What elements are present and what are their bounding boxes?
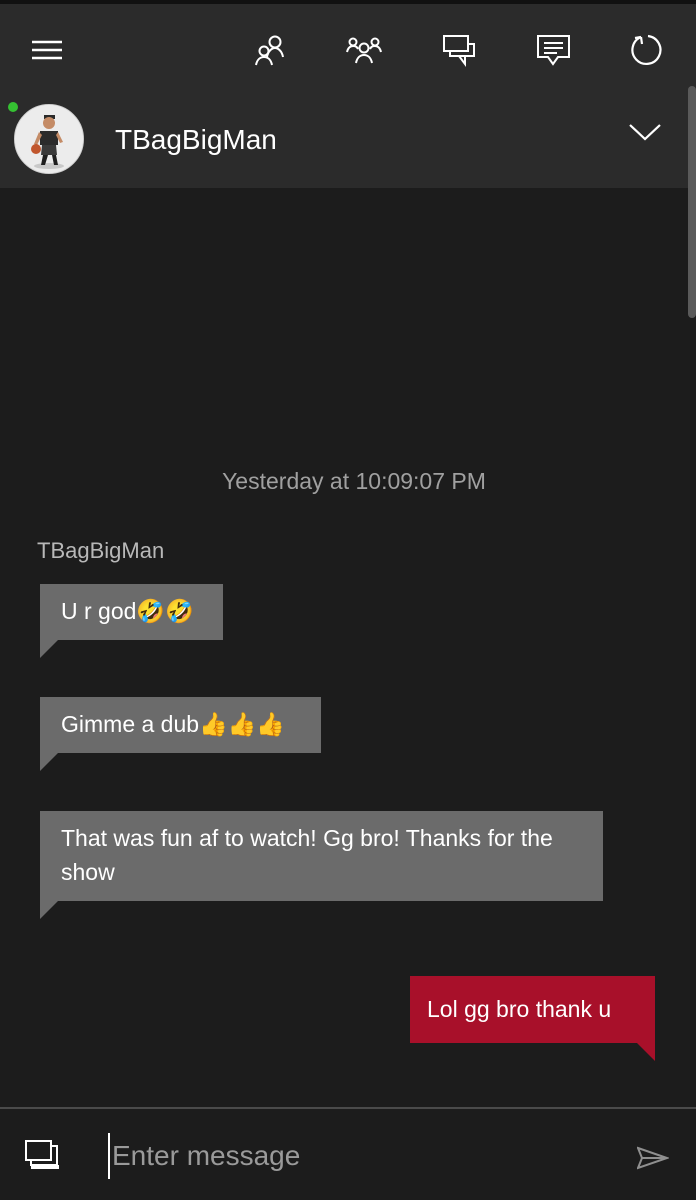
bubble-tail <box>40 901 58 919</box>
friends-icon[interactable] <box>254 34 286 66</box>
conversations-switch-icon[interactable] <box>25 1140 61 1172</box>
sender-name: TBagBigMan <box>37 538 165 563</box>
menu-icon[interactable] <box>31 39 63 61</box>
scrollbar-thumb[interactable] <box>688 86 696 318</box>
top-edge <box>0 0 696 4</box>
message-input[interactable] <box>108 1133 614 1179</box>
bubble-tail <box>40 640 58 658</box>
bubble-tail <box>40 753 58 771</box>
gamertag[interactable]: TBagBigMan <box>115 122 277 158</box>
message-text: U r god🤣🤣 <box>61 598 194 624</box>
bubble-tail <box>637 1043 655 1061</box>
message-text: Lol gg bro thank u <box>427 996 612 1022</box>
incoming-message[interactable]: That was fun af to watch! Gg bro! Thanks… <box>40 811 603 919</box>
messages-icon[interactable] <box>537 35 571 67</box>
message-timestamp: Yesterday at 10:09:07 PM <box>222 468 486 494</box>
online-status-dot <box>8 102 18 112</box>
outgoing-message[interactable]: Lol gg bro thank u <box>410 976 655 1061</box>
message-text: That was fun af to watch! Gg bro! Thanks… <box>61 825 553 885</box>
profile-row[interactable]: TBagBigMan <box>0 92 696 188</box>
party-icon[interactable] <box>346 36 382 64</box>
avatar-container[interactable] <box>8 102 84 174</box>
send-icon[interactable] <box>637 1146 669 1170</box>
message-text: Gimme a dub👍👍👍 <box>61 711 285 737</box>
refresh-icon[interactable] <box>631 33 665 67</box>
incoming-message[interactable]: U r god🤣🤣 <box>40 584 223 658</box>
avatar <box>14 104 84 174</box>
conversations-icon[interactable] <box>443 35 475 67</box>
message-composer <box>0 1107 696 1200</box>
top-app-bar: TBagBigMan <box>0 0 696 188</box>
incoming-message[interactable]: Gimme a dub👍👍👍 <box>40 697 321 771</box>
chevron-down-icon[interactable] <box>628 122 662 146</box>
